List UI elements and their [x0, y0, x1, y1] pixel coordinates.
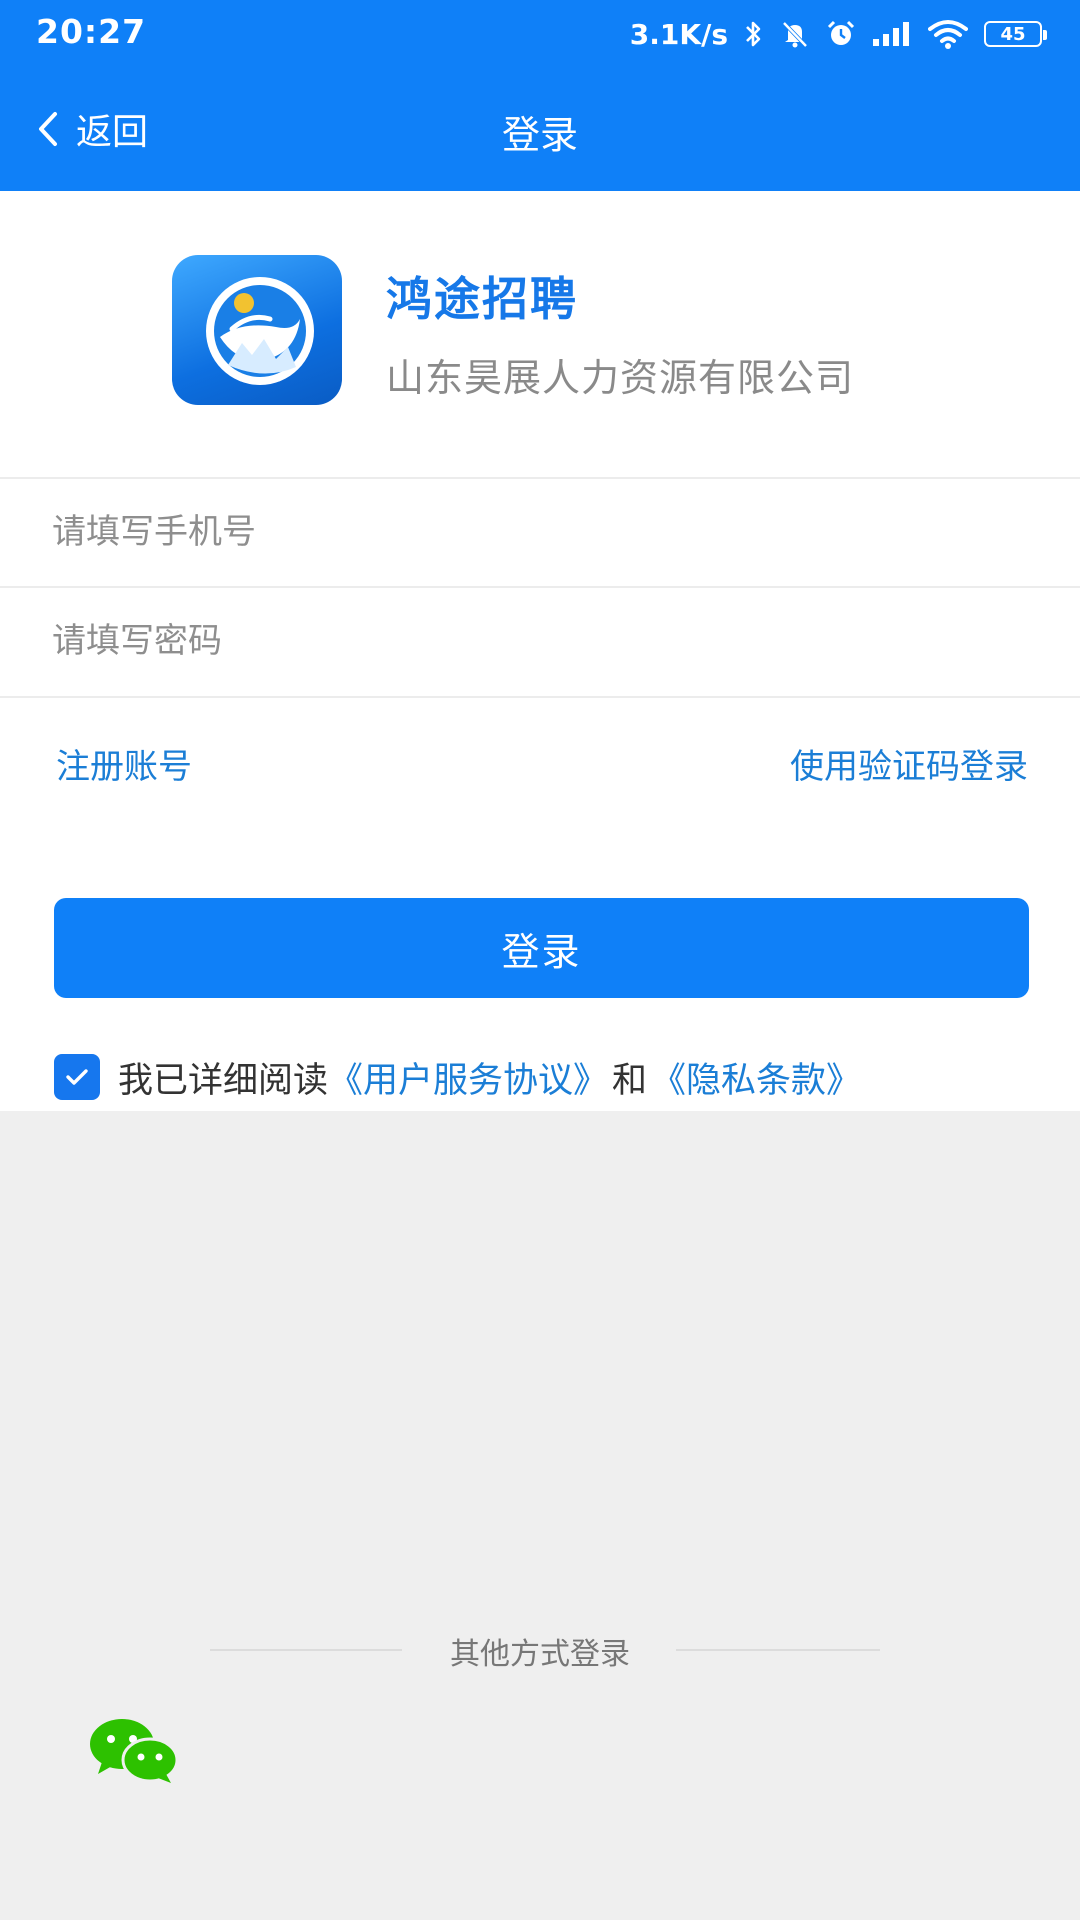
page-title: 登录: [501, 113, 578, 157]
nav-bar: 返回 登录: [0, 90, 1080, 170]
status-time: 20:27: [36, 12, 147, 51]
status-icons: 3.1K/s 45: [629, 14, 1047, 54]
mute-icon: [780, 19, 810, 49]
privacy-link[interactable]: 《隐私条款》: [651, 1052, 861, 1103]
wifi-icon: [928, 19, 968, 49]
agreement-conjunction: 和: [612, 1060, 648, 1101]
password-field: [0, 586, 1080, 694]
net-speed: 3.1K/s: [629, 17, 728, 51]
signal-icon: [872, 21, 912, 47]
login-panel: 鸿途招聘 山东昊展人力资源有限公司 注册账号 使用验证码登录 登录 我已详细阅读…: [0, 191, 1080, 1111]
brand-block: 鸿途招聘 山东昊展人力资源有限公司: [172, 255, 972, 405]
sms-login-link[interactable]: 使用验证码登录: [790, 739, 1028, 788]
field-divider: [0, 696, 1080, 698]
other-login-divider: 其他方式登录: [0, 1625, 1080, 1675]
register-link[interactable]: 注册账号: [56, 739, 192, 788]
other-login-label: 其他方式登录: [450, 1637, 630, 1672]
bluetooth-icon: [744, 19, 764, 49]
app-logo-icon: [172, 255, 342, 405]
app-header: 20:27 3.1K/s 45 返回 登录: [0, 0, 1080, 191]
terms-link[interactable]: 《用户服务协议》: [328, 1052, 608, 1103]
company-name: 山东昊展人力资源有限公司: [386, 356, 855, 400]
agreement-prefix: 我已详细阅读: [118, 1060, 329, 1101]
status-bar: 20:27 3.1K/s 45: [0, 0, 1080, 66]
password-input[interactable]: [50, 588, 1030, 694]
phone-input[interactable]: [50, 479, 1030, 585]
check-icon: [66, 1069, 88, 1085]
wechat-icon: [90, 1719, 179, 1783]
agreement-row: 我已详细阅读 《用户服务协议》 和 《隐私条款》: [54, 1053, 861, 1101]
divider-line-right: [676, 1649, 880, 1651]
login-button[interactable]: 登录: [54, 898, 1029, 998]
battery-icon: 45: [984, 21, 1047, 47]
alarm-icon: [826, 19, 856, 49]
wechat-login-button[interactable]: [88, 1718, 180, 1784]
app-name: 鸿途招聘: [386, 272, 578, 326]
agreement-checkbox[interactable]: [54, 1054, 100, 1100]
phone-field: [0, 477, 1080, 585]
